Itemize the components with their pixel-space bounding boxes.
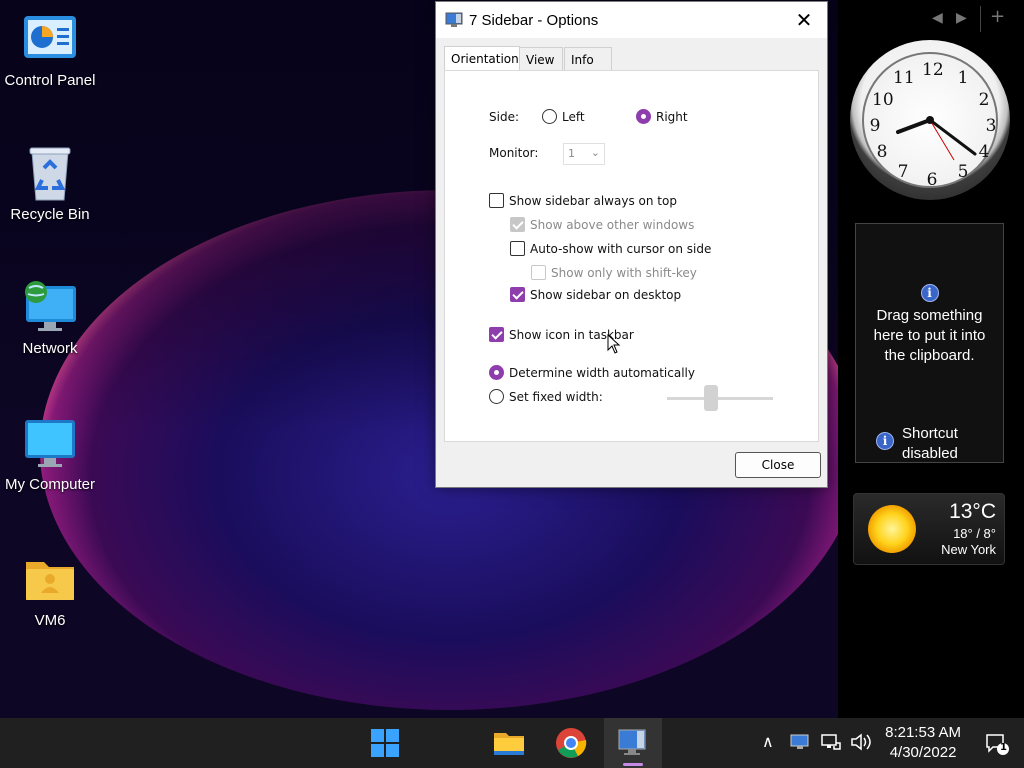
weather-city: New York (941, 542, 996, 557)
sidebar-tray-icon[interactable] (790, 733, 810, 754)
notifications-button[interactable]: 1 (984, 732, 1010, 759)
desktop-icon-control-panel[interactable]: Control Panel (0, 12, 100, 89)
sidebar-app-icon (618, 729, 646, 755)
sun-icon (868, 505, 916, 553)
width-slider-thumb[interactable] (703, 385, 718, 411)
info-icon: i (856, 284, 1003, 302)
side-left-radio[interactable]: Left (542, 109, 585, 124)
add-gadget-icon[interactable]: + (990, 6, 1005, 27)
checkbox-icon (510, 287, 525, 302)
clock-gadget[interactable]: 12 1 2 3 4 5 6 7 8 9 10 11 (850, 40, 1010, 200)
desktop-icon-network[interactable]: Network (0, 280, 100, 357)
desktop-icon-label: Control Panel (4, 72, 96, 89)
chevron-down-icon: ⌄ (590, 146, 600, 159)
dialog-titlebar[interactable]: 7 Sidebar - Options ✕ (436, 2, 827, 38)
checkbox-icon (510, 217, 525, 232)
computer-icon (22, 416, 78, 468)
chevron-up-icon[interactable]: ∧ (762, 732, 774, 751)
notification-count: 1 (1000, 742, 1007, 753)
checkbox-icon (531, 265, 546, 280)
network-tray-icon[interactable] (820, 733, 842, 754)
radio-icon (636, 109, 651, 124)
always-on-top-checkbox[interactable]: Show sidebar always on top (489, 193, 677, 208)
toolbar-divider (980, 6, 981, 32)
desktop-icon-label: Recycle Bin (10, 206, 90, 223)
options-dialog: 7 Sidebar - Options ✕ Orientation View I… (435, 1, 828, 488)
tray-time: 8:21:53 AM (885, 724, 961, 741)
dialog-title: 7 Sidebar - Options (469, 12, 599, 29)
taskbar: ∧ 8:21:53 AM 4/30/2022 1 (0, 718, 1024, 768)
tab-orientation[interactable]: Orientation (444, 46, 520, 72)
tab-info[interactable]: Info (564, 47, 612, 71)
width-fixed-radio[interactable]: Set fixed width: (489, 389, 603, 404)
clock-hands (896, 116, 977, 161)
show-on-desktop-checkbox[interactable]: Show sidebar on desktop (510, 287, 681, 302)
chrome-button[interactable] (554, 726, 588, 760)
side-right-radio[interactable]: Right (636, 109, 688, 124)
tray-clock[interactable]: 8:21:53 AM 4/30/2022 (885, 723, 961, 763)
next-page-icon[interactable]: ▶ (956, 10, 967, 26)
side-label: Side: (489, 110, 519, 124)
shortcut-status: i Shortcut disabled (876, 424, 996, 464)
checkbox-icon (510, 241, 525, 256)
clock-face: 12 1 2 3 4 5 6 7 8 9 10 11 (862, 52, 998, 190)
close-button[interactable]: Close (735, 452, 821, 478)
radio-icon (542, 109, 557, 124)
desktop-icon-recycle-bin[interactable]: Recycle Bin (0, 146, 100, 223)
windows-icon (371, 729, 399, 757)
above-windows-checkbox: Show above other windows (510, 217, 694, 232)
folder-icon (494, 733, 524, 755)
clipboard-gadget[interactable]: i Drag something here to put it into the… (855, 223, 1004, 463)
app-icon (445, 11, 463, 32)
weather-gadget[interactable]: 13°C 18° / 8° New York (853, 493, 1005, 565)
network-icon (22, 280, 78, 332)
user-folder-icon (22, 552, 78, 604)
mouse-cursor-icon (607, 334, 621, 354)
auto-show-checkbox[interactable]: Auto-show with cursor on side (510, 241, 711, 256)
tab-view[interactable]: View (519, 47, 563, 71)
radio-icon (489, 365, 504, 380)
file-explorer-button[interactable] (492, 726, 526, 760)
width-slider-track[interactable] (667, 397, 773, 400)
7-sidebar-button[interactable] (604, 718, 662, 768)
desktop-icon-label: Network (22, 340, 78, 357)
control-panel-icon (22, 12, 78, 64)
chrome-icon (556, 728, 587, 758)
active-indicator (623, 763, 643, 766)
tray-date: 4/30/2022 (889, 744, 957, 761)
monitor-select[interactable]: 1 ⌄ (563, 143, 605, 165)
close-icon[interactable]: ✕ (781, 2, 827, 38)
start-button[interactable] (368, 726, 402, 760)
sidebar-toolbar: ◀ ▶ + (928, 6, 1024, 32)
width-auto-radio[interactable]: Determine width automatically (489, 365, 695, 380)
weather-temperature: 13°C (949, 500, 996, 523)
monitor-label: Monitor: (489, 146, 539, 160)
shift-key-checkbox: Show only with shift-key (531, 265, 697, 280)
recycle-bin-icon (22, 146, 78, 201)
checkbox-icon (489, 327, 504, 342)
clipboard-hint: Drag something here to put it into the c… (873, 307, 986, 364)
info-icon: i (876, 432, 894, 450)
volume-icon[interactable] (850, 733, 872, 754)
previous-page-icon[interactable]: ◀ (932, 10, 943, 26)
desktop-icon-label: My Computer (4, 476, 96, 493)
radio-icon (489, 389, 504, 404)
weather-range: 18° / 8° (953, 526, 996, 541)
desktop-icon-my-computer[interactable]: My Computer (0, 416, 100, 493)
desktop-icon-vm6[interactable]: VM6 (0, 552, 100, 629)
desktop-icon-label: VM6 (34, 612, 66, 629)
checkbox-icon (489, 193, 504, 208)
orientation-panel: Side: Left Right Monitor: 1 ⌄ Show sideb… (444, 70, 819, 442)
